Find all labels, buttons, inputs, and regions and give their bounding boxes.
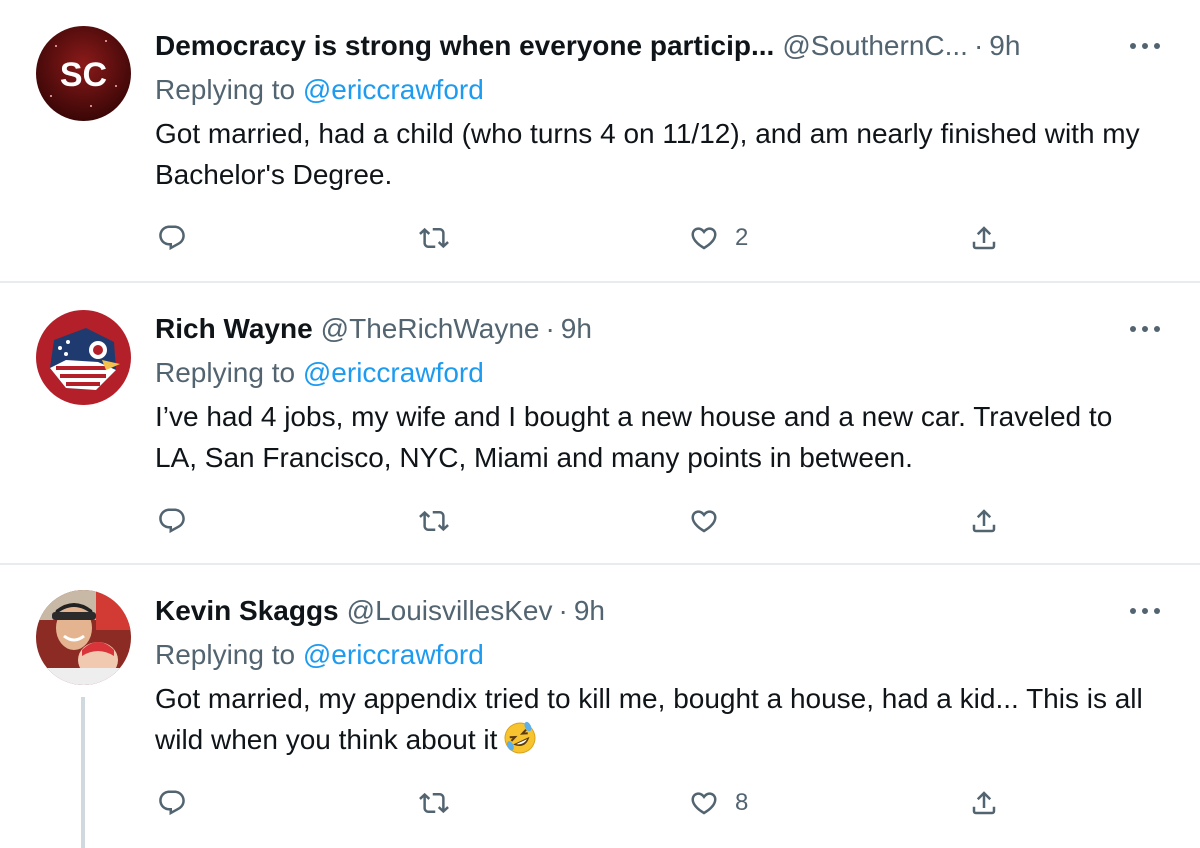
reply-icon [159, 508, 185, 534]
retweet-button[interactable] [419, 501, 449, 541]
separator-dot: · [973, 30, 984, 61]
avatar[interactable] [36, 310, 131, 405]
reply-button[interactable] [157, 218, 187, 258]
separator-dot: · [545, 313, 555, 344]
reply-button[interactable] [157, 501, 187, 541]
svg-text:SC: SC [60, 56, 107, 94]
like-count: 8 [735, 789, 749, 816]
reply-icon [159, 790, 185, 816]
share-button[interactable] [969, 218, 999, 258]
tweet-text: I’ve had 4 jobs, my wife and I bought a … [155, 401, 1113, 473]
reply-prefix: Replying to [155, 639, 296, 670]
reply-prefix: Replying to [155, 74, 296, 105]
heart-icon [691, 227, 717, 250]
heart-icon [691, 792, 717, 815]
thread-line [81, 697, 85, 848]
more-options-icon[interactable] [1130, 599, 1160, 623]
tweet-text-container: Got married, my appendix tried to kill m… [155, 678, 1160, 766]
avatar[interactable]: SC [36, 26, 131, 121]
like-button[interactable]: 2 [689, 218, 748, 258]
timestamp[interactable]: 9h [574, 595, 605, 627]
author-name[interactable]: Rich Wayne [155, 313, 313, 345]
reply-icon [159, 225, 185, 251]
share-icon [972, 509, 996, 533]
rolling-on-floor-laughing-emoji [503, 721, 537, 766]
retweet-button[interactable] [419, 218, 449, 258]
author-handle[interactable]: @TheRichWayne [321, 313, 540, 345]
retweet-icon [419, 792, 449, 814]
like-button[interactable] [689, 501, 735, 541]
tweet[interactable]: Kevin Skaggs @LouisvillesKev · 9h Replyi… [0, 565, 1200, 848]
action-bar [155, 501, 1055, 541]
like-count: 2 [735, 224, 749, 251]
more-options-icon[interactable] [1130, 317, 1160, 341]
timestamp[interactable]: 9h [561, 313, 592, 345]
retweet-button[interactable] [419, 783, 449, 823]
share-button[interactable] [969, 501, 999, 541]
like-button[interactable]: 8 [689, 783, 748, 823]
timestamp[interactable]: 9h [989, 30, 1020, 62]
author-handle[interactable]: @LouisvillesKev [347, 595, 553, 627]
more-options-icon[interactable] [1130, 34, 1160, 58]
tweet[interactable]: Rich Wayne @TheRichWayne · 9h Replying t… [0, 283, 1200, 565]
action-bar: 2 [155, 218, 1055, 258]
reply-context: Replying to @ericcrawford [155, 72, 1160, 108]
author-handle[interactable]: @SouthernC... [782, 30, 968, 62]
retweet-icon [419, 227, 449, 249]
reply-mention-link[interactable]: @ericcrawford [303, 74, 484, 105]
author-name[interactable]: Kevin Skaggs [155, 595, 339, 627]
retweet-icon [419, 510, 449, 532]
share-icon [972, 791, 996, 815]
share-icon [972, 226, 996, 250]
reply-prefix: Replying to [155, 357, 296, 388]
tweet[interactable]: SC Democracy is strong when everyone par… [0, 0, 1200, 283]
share-button[interactable] [969, 783, 999, 823]
reply-context: Replying to @ericcrawford [155, 637, 1160, 673]
tweet-text: Got married, my appendix tried to kill m… [155, 683, 1143, 755]
reply-context: Replying to @ericcrawford [155, 355, 1160, 391]
separator-dot: · [558, 595, 568, 626]
reply-mention-link[interactable]: @ericcrawford [303, 357, 484, 388]
reply-button[interactable] [157, 783, 187, 823]
author-name[interactable]: Democracy is strong when everyone partic… [155, 30, 774, 62]
tweet-text: Got married, had a child (who turns 4 on… [155, 118, 1140, 190]
reply-mention-link[interactable]: @ericcrawford [303, 639, 484, 670]
heart-icon [691, 510, 717, 533]
action-bar: 8 [155, 783, 1055, 823]
avatar[interactable] [36, 590, 131, 685]
